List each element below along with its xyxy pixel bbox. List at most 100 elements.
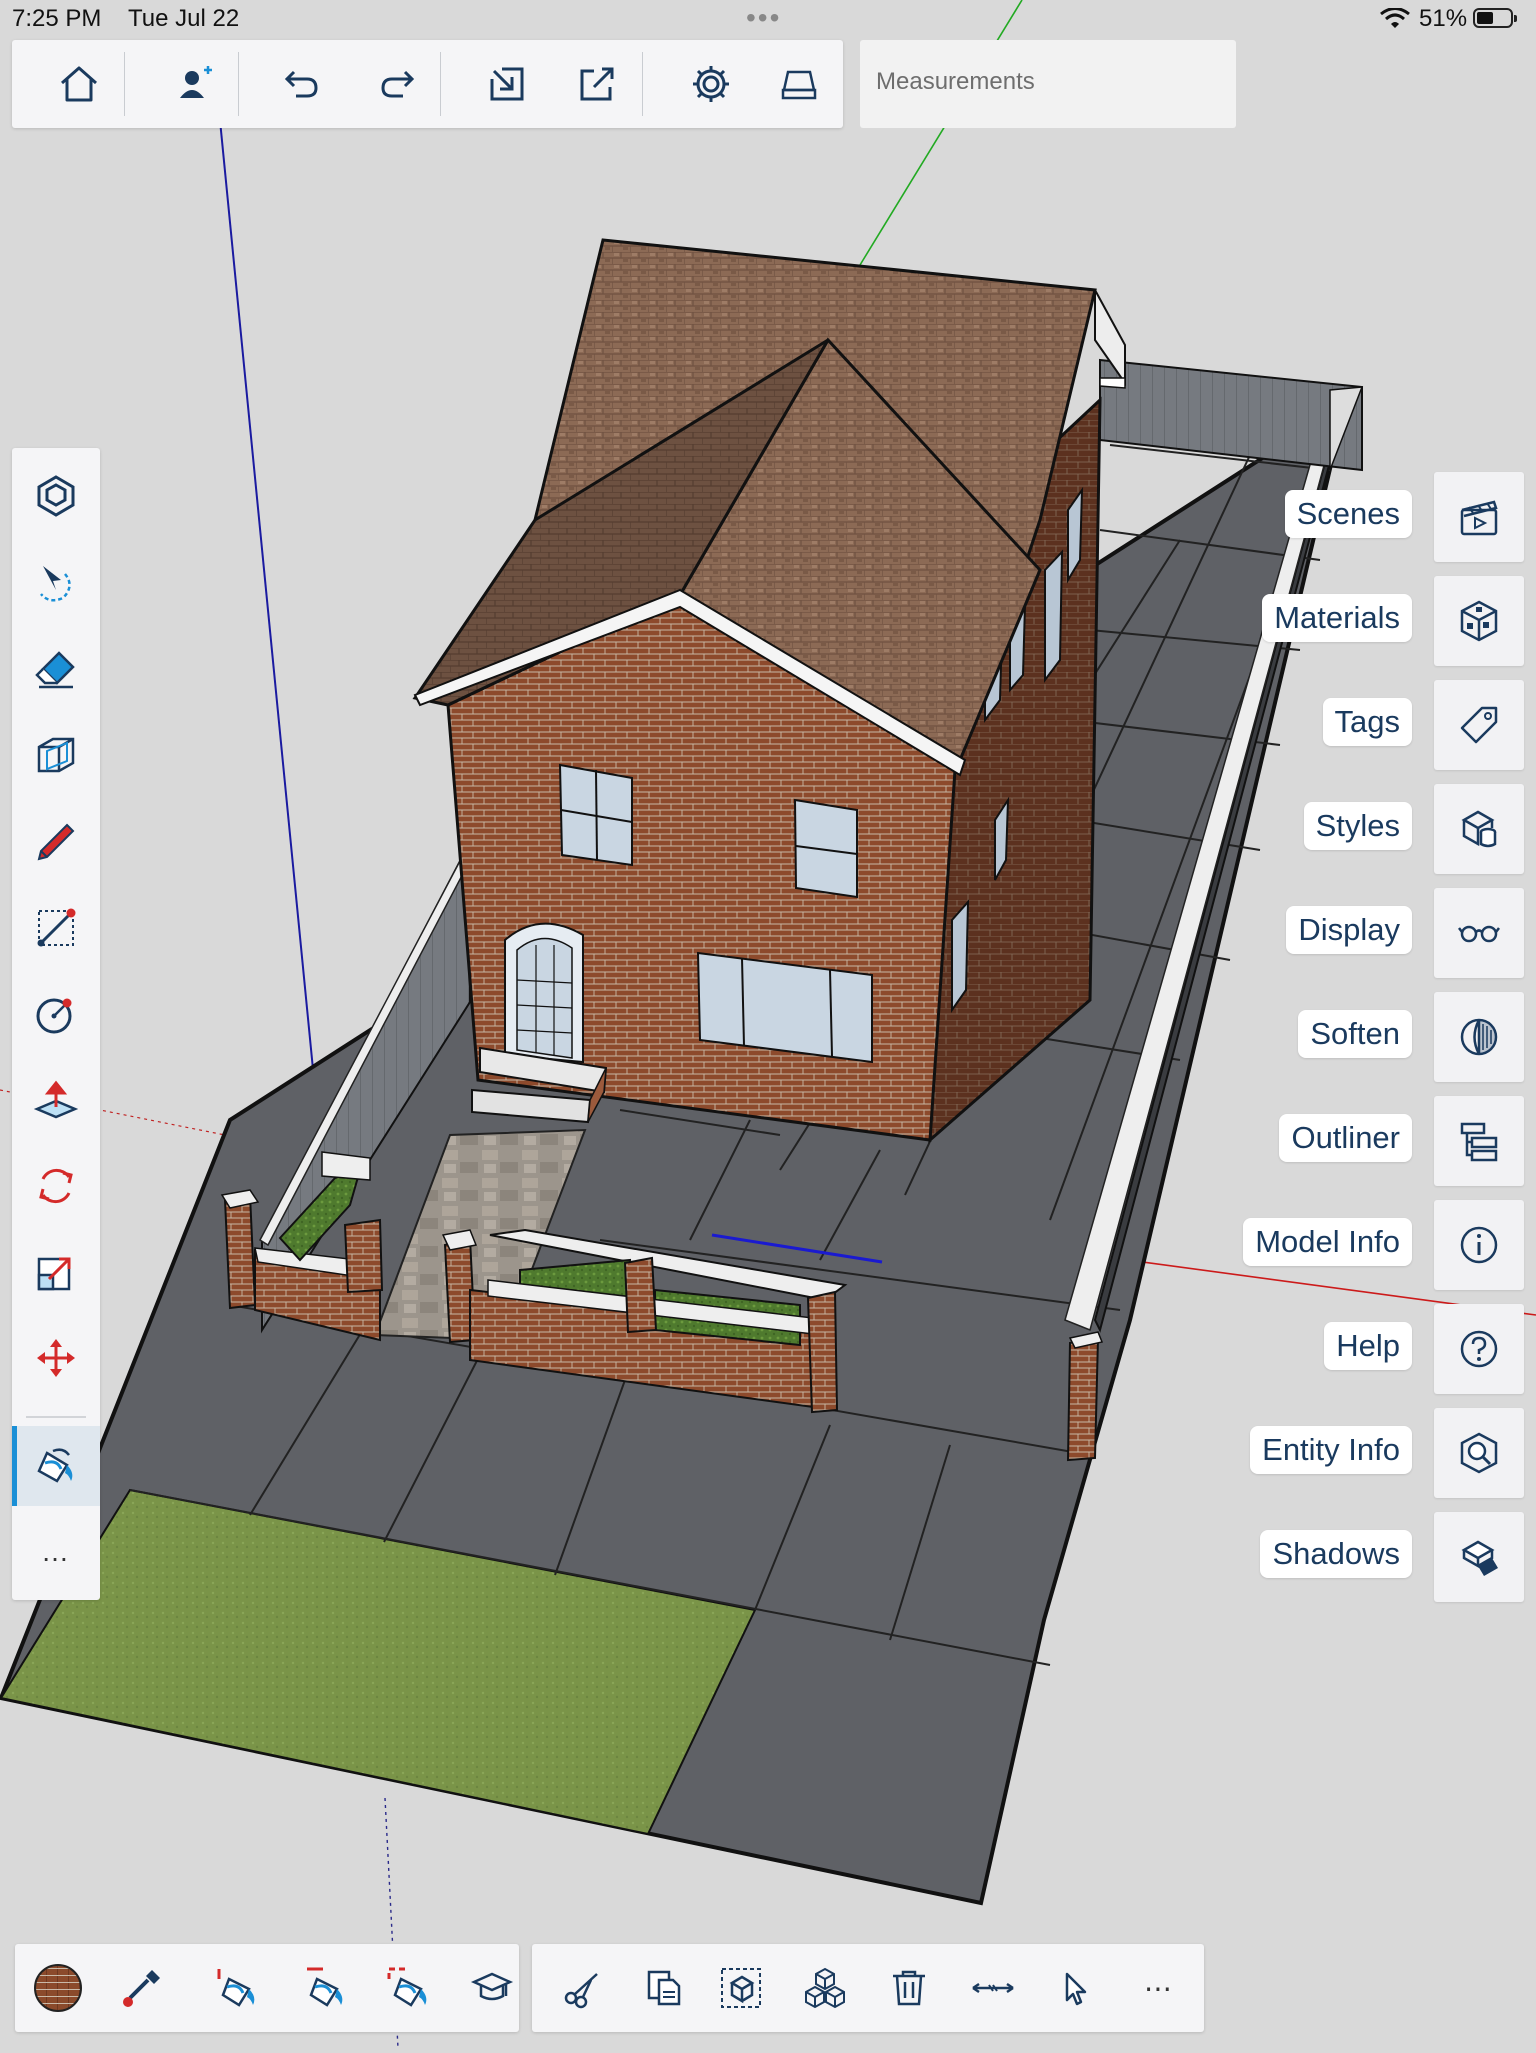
material-swatch-icon <box>34 1964 82 2012</box>
styles-panel-button[interactable] <box>1434 784 1524 874</box>
add-user-icon <box>180 66 212 98</box>
status-bar: 7:25 PM Tue Jul 22 ••• 51% <box>0 0 1536 40</box>
cut-button[interactable] <box>548 1944 618 2032</box>
bottom-right-toolbar: ⋯ <box>532 1944 1204 2032</box>
cursor-icon <box>1065 1972 1087 2006</box>
display-panel-label[interactable]: Display <box>1286 906 1412 954</box>
outliner-panel-button[interactable] <box>1434 1096 1524 1186</box>
redo-icon <box>381 70 415 98</box>
pencil-tool-button[interactable] <box>12 802 100 882</box>
components-button[interactable] <box>790 1944 860 2032</box>
model-info-panel-label[interactable]: Model Info <box>1243 1218 1412 1266</box>
eyedropper-button[interactable] <box>107 1944 177 2032</box>
section-plane-icon <box>37 737 75 773</box>
select-group-button[interactable] <box>706 1944 776 2032</box>
circle-tool-button[interactable] <box>12 974 100 1054</box>
drive-icon <box>781 70 817 100</box>
copy-icon <box>647 1970 681 2006</box>
settings-button[interactable] <box>676 40 746 128</box>
materials-cube-icon <box>1460 600 1498 642</box>
entity-info-panel-button[interactable] <box>1434 1408 1524 1498</box>
left-toolbar: … <box>12 448 100 1600</box>
more-tools-label: … <box>41 1536 71 1567</box>
undo-button[interactable] <box>267 40 337 128</box>
lasso-select-icon <box>40 566 71 602</box>
instructor-button[interactable] <box>457 1944 527 2032</box>
paint-adjacent-button[interactable] <box>203 1944 273 2032</box>
soften-sphere-icon <box>1460 1018 1498 1056</box>
select-group-icon <box>721 1968 761 2008</box>
back-fence <box>1099 358 1363 472</box>
materials-panel-button[interactable] <box>1434 576 1524 666</box>
move-tool-button[interactable] <box>12 1318 100 1398</box>
push-pull-icon <box>33 1080 79 1119</box>
entity-info-panel-label[interactable]: Entity Info <box>1250 1426 1412 1474</box>
import-icon <box>490 67 524 101</box>
measurements-field[interactable]: Measurements <box>860 40 1236 128</box>
styles-cubes-icon <box>1461 810 1497 848</box>
settings-gear-icon <box>693 66 729 102</box>
current-material-button[interactable] <box>23 1944 93 2032</box>
materials-panel-label[interactable]: Materials <box>1262 594 1412 642</box>
delete-button[interactable] <box>874 1944 944 2032</box>
paint-tool-button[interactable] <box>12 1426 100 1506</box>
scenes-panel-button[interactable] <box>1434 472 1524 562</box>
section-tool-button[interactable] <box>12 716 100 796</box>
eyedropper-icon <box>123 1970 160 2007</box>
import-button[interactable] <box>472 40 542 128</box>
more-tools-button[interactable]: … <box>12 1512 100 1592</box>
wifi-icon <box>1380 7 1410 35</box>
tags-panel-label[interactable]: Tags <box>1322 698 1412 746</box>
pencil-icon <box>37 823 75 861</box>
add-user-button[interactable] <box>160 40 230 128</box>
help-panel-button[interactable] <box>1434 1304 1524 1394</box>
shadows-panel-label[interactable]: Shadows <box>1260 1530 1412 1578</box>
paint-connected-button[interactable] <box>291 1944 361 2032</box>
home-icon <box>61 66 97 102</box>
blue-axis <box>217 99 317 1101</box>
status-time: 7:25 PM <box>12 5 102 32</box>
orbit-tool-button[interactable] <box>12 456 100 536</box>
delete-icon <box>893 1970 925 2006</box>
line-tool-button[interactable] <box>12 888 100 968</box>
paint-adjacent-icon <box>217 1969 255 2007</box>
more-actions-button[interactable]: ⋯ <box>1124 1944 1194 2032</box>
copy-button[interactable] <box>630 1944 700 2032</box>
eraser-tool-button[interactable] <box>12 630 100 710</box>
scenes-panel-label[interactable]: Scenes <box>1284 490 1412 538</box>
export-icon <box>580 67 614 101</box>
clapperboard-icon <box>1460 500 1498 536</box>
orbit-icon <box>37 475 75 517</box>
eraser-icon <box>35 651 75 689</box>
paint-all-matching-icon <box>387 1967 427 2007</box>
more-actions-label: ⋯ <box>1144 1972 1174 2004</box>
circle-tool-icon <box>36 998 72 1034</box>
scale-tool-button[interactable] <box>12 1232 100 1312</box>
drive-button[interactable] <box>764 40 834 128</box>
redo-button[interactable] <box>362 40 432 128</box>
soften-panel-label[interactable]: Soften <box>1298 1010 1412 1058</box>
styles-panel-label[interactable]: Styles <box>1303 802 1412 850</box>
push-pull-tool-button[interactable] <box>12 1060 100 1140</box>
select-tool-button[interactable] <box>12 543 100 623</box>
tags-panel-button[interactable] <box>1434 680 1524 770</box>
help-panel-label[interactable]: Help <box>1324 1322 1412 1370</box>
entity-info-icon <box>1460 1432 1498 1474</box>
dimension-button[interactable] <box>958 1944 1028 2032</box>
cut-icon <box>564 1973 598 2009</box>
instructor-cap-icon <box>470 1972 514 2001</box>
paint-all-matching-button[interactable] <box>375 1944 445 2032</box>
outliner-panel-label[interactable]: Outliner <box>1279 1114 1412 1162</box>
export-button[interactable] <box>562 40 632 128</box>
line-tool-icon <box>37 908 76 947</box>
model-info-panel-button[interactable] <box>1434 1200 1524 1290</box>
glasses-icon <box>1458 925 1500 943</box>
dimension-icon <box>972 1982 1014 1994</box>
home-button[interactable] <box>44 40 114 128</box>
display-panel-button[interactable] <box>1434 888 1524 978</box>
shadows-panel-button[interactable] <box>1434 1512 1524 1602</box>
soften-panel-button[interactable] <box>1434 992 1524 1082</box>
rotate-tool-button[interactable] <box>12 1146 100 1226</box>
multitasking-dots[interactable]: ••• <box>746 2 781 34</box>
cursor-button[interactable] <box>1040 1944 1110 2032</box>
